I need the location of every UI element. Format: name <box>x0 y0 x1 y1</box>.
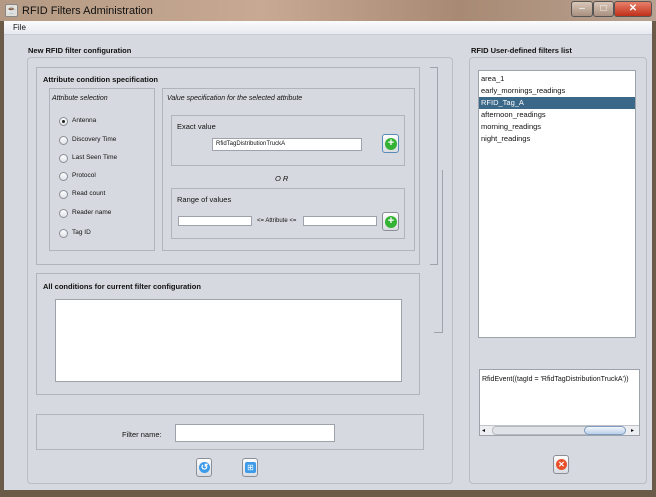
scroll-thumb[interactable] <box>584 426 626 435</box>
title-bar: ☕ RFID Filters Administration – □ ✕ <box>0 0 656 21</box>
radio-label: Read count <box>72 190 106 197</box>
radio-label: Discovery Time <box>72 136 117 143</box>
conditions-title: All conditions for current filter config… <box>43 282 201 291</box>
radio-antenna[interactable] <box>59 117 68 126</box>
radio-read-count[interactable] <box>59 190 68 199</box>
range-min-input[interactable] <box>178 216 252 226</box>
or-label: O R <box>275 174 289 183</box>
menu-bar: File <box>4 21 652 35</box>
bracket-line <box>434 170 443 333</box>
filter-name-label: Filter name: <box>122 430 162 439</box>
filter-expression-area[interactable]: RfidEvent((tagId = 'RfidTagDistributionT… <box>479 369 640 436</box>
refresh-icon: ↺ <box>199 462 210 473</box>
radio-last-seen-time[interactable] <box>59 154 68 163</box>
filter-expression-text: RfidEvent((tagId = 'RfidTagDistributionT… <box>482 376 629 383</box>
delete-icon: ✕ <box>556 459 567 470</box>
menu-file[interactable]: File <box>13 23 26 32</box>
filter-list-item[interactable]: early_mornings_readings <box>479 85 635 97</box>
save-filter-button[interactable]: ⊞ <box>242 458 258 477</box>
reset-button[interactable]: ↺ <box>196 458 212 477</box>
radio-discovery-time[interactable] <box>59 136 68 145</box>
radio-reader-name[interactable] <box>59 209 68 218</box>
radio-protocol[interactable] <box>59 172 68 181</box>
filter-list-item[interactable]: area_1 <box>479 73 635 85</box>
window-title: RFID Filters Administration <box>22 5 153 17</box>
scroll-right-icon[interactable]: ▸ <box>631 427 634 434</box>
filter-list-item[interactable]: night_readings <box>479 133 635 145</box>
scroll-left-icon[interactable]: ◂ <box>482 427 485 434</box>
exact-value-input[interactable]: RfidTagDistributionTruckA <box>212 138 362 151</box>
filter-list-item[interactable]: RFID_Tag_A <box>479 97 635 109</box>
filter-list-item[interactable]: afternoon_readings <box>479 109 635 121</box>
horizontal-scrollbar[interactable]: ◂ ▸ <box>480 425 639 435</box>
filters-list[interactable]: area_1 early_mornings_readings RFID_Tag_A a… <box>478 70 636 338</box>
value-spec-title: Value specification for the selected att… <box>167 95 303 102</box>
radio-label: Tag ID <box>72 229 91 236</box>
minimize-button[interactable]: – <box>571 1 593 17</box>
add-exact-condition-button[interactable]: + <box>382 134 399 153</box>
radio-label: Last Seen Time <box>72 154 118 161</box>
radio-label: Reader name <box>72 209 112 216</box>
range-title: Range of values <box>177 195 232 204</box>
close-button[interactable]: ✕ <box>614 1 652 17</box>
maximize-button[interactable]: □ <box>593 1 614 17</box>
plus-icon: + <box>385 138 397 150</box>
range-between-label: <= Attribute <= <box>257 218 297 224</box>
range-max-input[interactable] <box>303 216 377 226</box>
add-range-condition-button[interactable]: + <box>382 212 399 231</box>
exact-value-title: Exact value <box>177 122 216 131</box>
attribute-condition-title: Attribute condition specification <box>43 75 159 84</box>
radio-tag-id[interactable] <box>59 229 68 238</box>
conditions-textarea[interactable] <box>55 299 402 382</box>
delete-filter-button[interactable]: ✕ <box>553 455 569 474</box>
filter-name-input[interactable] <box>175 424 335 442</box>
radio-label: Antenna <box>72 117 97 124</box>
attribute-selection-box <box>49 88 155 251</box>
filters-list-title: RFID User-defined filters list <box>471 46 572 55</box>
add-filter-icon: ⊞ <box>245 462 256 473</box>
attribute-selection-title: Attribute selection <box>52 95 108 102</box>
plus-icon: + <box>385 216 397 228</box>
radio-label: Protocol <box>72 172 96 179</box>
new-filter-title: New RFID filter configuration <box>28 46 132 55</box>
filter-list-item[interactable]: morning_readings <box>479 121 635 133</box>
java-app-icon: ☕ <box>5 4 18 17</box>
